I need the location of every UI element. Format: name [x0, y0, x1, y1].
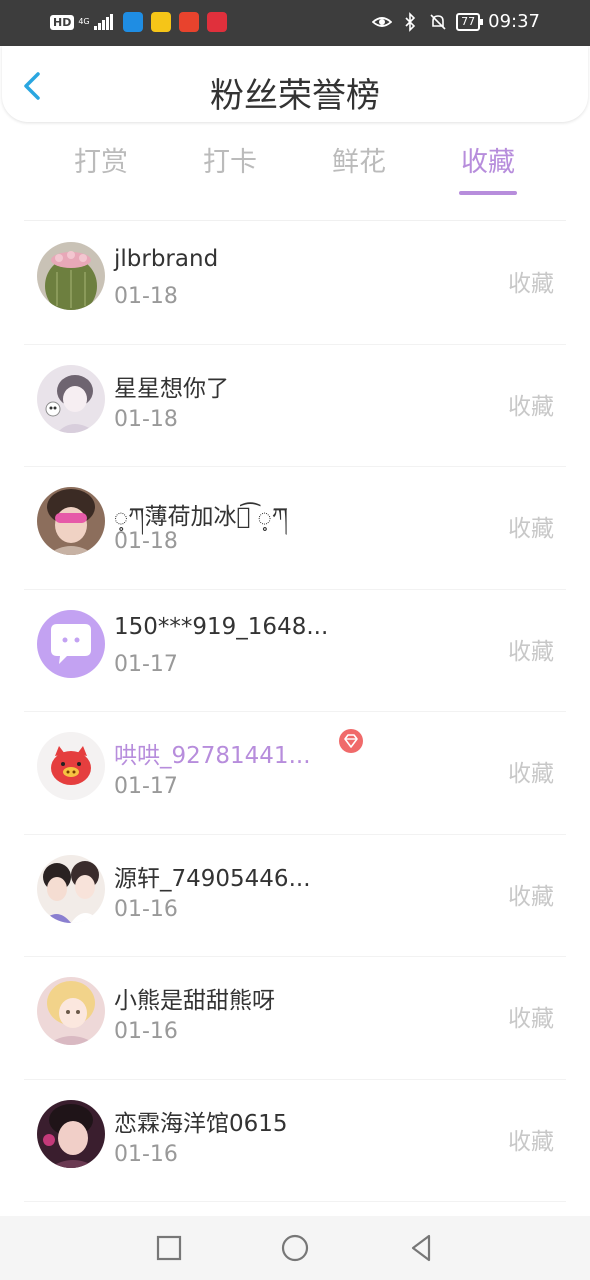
clock: 09:37: [488, 11, 540, 32]
avatar[interactable]: [37, 854, 105, 923]
fan-date: 01-18: [114, 406, 178, 432]
fan-list: jlbrbrand 01-18 收藏 星星想你了 01-18 收藏 ့ཀ薄荷加冰…: [0, 222, 590, 1202]
network-type: 4G: [78, 17, 90, 26]
boy-photo-avatar: [37, 1099, 105, 1168]
divider: [24, 1201, 566, 1202]
mute-bell-icon: [430, 13, 446, 30]
favorite-label: 收藏: [508, 638, 554, 665]
page-header: 粉丝荣誉榜: [2, 46, 588, 122]
active-tab-indicator: [459, 191, 517, 195]
battery-icon: 77: [456, 12, 484, 31]
app-notification-icon: [122, 12, 143, 32]
home-icon[interactable]: [279, 1232, 311, 1264]
favorite-label: 收藏: [508, 516, 554, 542]
fan-name: 小熊是甜甜熊呀: [114, 988, 275, 1014]
list-item[interactable]: 恋霖海洋馆0615 01-16 收藏: [0, 1080, 590, 1202]
avatar[interactable]: [37, 242, 105, 310]
fan-name: 源轩_74905446...: [114, 865, 311, 892]
tab-flowers[interactable]: 鲜花: [309, 140, 409, 179]
favorite-label: 收藏: [508, 1006, 554, 1032]
eye-comfort-icon: [372, 16, 393, 27]
tab-reward[interactable]: 打赏: [51, 140, 151, 179]
system-nav-bar: [0, 1216, 590, 1280]
shop-notification-icon: [206, 12, 227, 32]
list-item[interactable]: 源轩_74905446... 01-16 收藏: [0, 835, 590, 957]
list-item[interactable]: 小熊是甜甜熊呀 01-16 收藏: [0, 957, 590, 1080]
list-item[interactable]: 150***919_1648... 01-17 收藏: [0, 590, 590, 712]
avatar[interactable]: [37, 364, 105, 433]
fan-name: 恋霖海洋馆0615: [114, 1110, 288, 1137]
fan-date: 01-17: [114, 651, 178, 677]
fan-date: 01-16: [114, 1141, 178, 1167]
avatar[interactable]: [37, 1099, 105, 1168]
avatar[interactable]: [37, 487, 105, 555]
favorite-label: 收藏: [508, 883, 554, 910]
fan-name: 150***919_1648...: [114, 613, 329, 640]
fan-date: 01-16: [114, 1019, 178, 1044]
weibo-notification-icon: [178, 12, 199, 32]
bluetooth-icon: [405, 11, 416, 32]
anime-girl-avatar: [37, 364, 105, 433]
status-left: HD 4G: [50, 12, 231, 32]
list-item[interactable]: jlbrbrand 01-18 收藏: [0, 222, 590, 345]
hd-indicator: HD: [50, 14, 75, 30]
favorite-label: 收藏: [508, 393, 554, 420]
video-app-notification-icon: [150, 12, 171, 32]
avatar[interactable]: [37, 977, 105, 1045]
avatar[interactable]: [37, 732, 105, 800]
list-item[interactable]: ့ཀ薄荷加冰ཞ͡ ့ཀ 01-18 收藏: [0, 467, 590, 590]
list-item[interactable]: 哄哄_92781441... 01-17 收藏: [0, 712, 590, 835]
tab-checkin[interactable]: 打卡: [180, 140, 280, 179]
status-bar: HD 4G 77 09:37: [0, 0, 590, 46]
recent-apps-icon[interactable]: [153, 1232, 185, 1264]
divider: [24, 220, 566, 221]
status-right: 77 09:37: [372, 11, 540, 32]
avatar[interactable]: [37, 609, 105, 678]
girl-photo-avatar: [37, 487, 105, 555]
page-title: 粉丝荣誉榜: [210, 76, 380, 116]
anime-blonde-avatar: [37, 977, 105, 1045]
cactus-avatar: [37, 242, 105, 310]
couple-avatar: [37, 854, 105, 923]
fan-name: 哄哄_92781441...: [114, 743, 311, 769]
fan-date: 01-18: [114, 529, 178, 554]
favorite-label: 收藏: [508, 271, 554, 297]
favorite-label: 收藏: [508, 1128, 554, 1155]
chat-bubble-avatar: [37, 609, 105, 678]
back-nav-icon[interactable]: [405, 1232, 437, 1264]
signal-icon: [93, 14, 113, 30]
fan-date: 01-16: [114, 896, 178, 922]
fan-date: 01-18: [114, 284, 178, 309]
fan-date: 01-17: [114, 774, 178, 799]
fan-name: jlbrbrand: [114, 246, 219, 272]
pig-avatar: [37, 732, 105, 800]
tab-favorites[interactable]: 收藏: [438, 140, 538, 179]
tab-bar: 打赏 打卡 鲜花 收藏: [0, 140, 590, 200]
fan-name: 星星想你了: [114, 375, 229, 402]
vip-diamond-icon: [339, 729, 363, 753]
list-item[interactable]: 星星想你了 01-18 收藏: [0, 345, 590, 467]
favorite-label: 收藏: [508, 761, 554, 787]
